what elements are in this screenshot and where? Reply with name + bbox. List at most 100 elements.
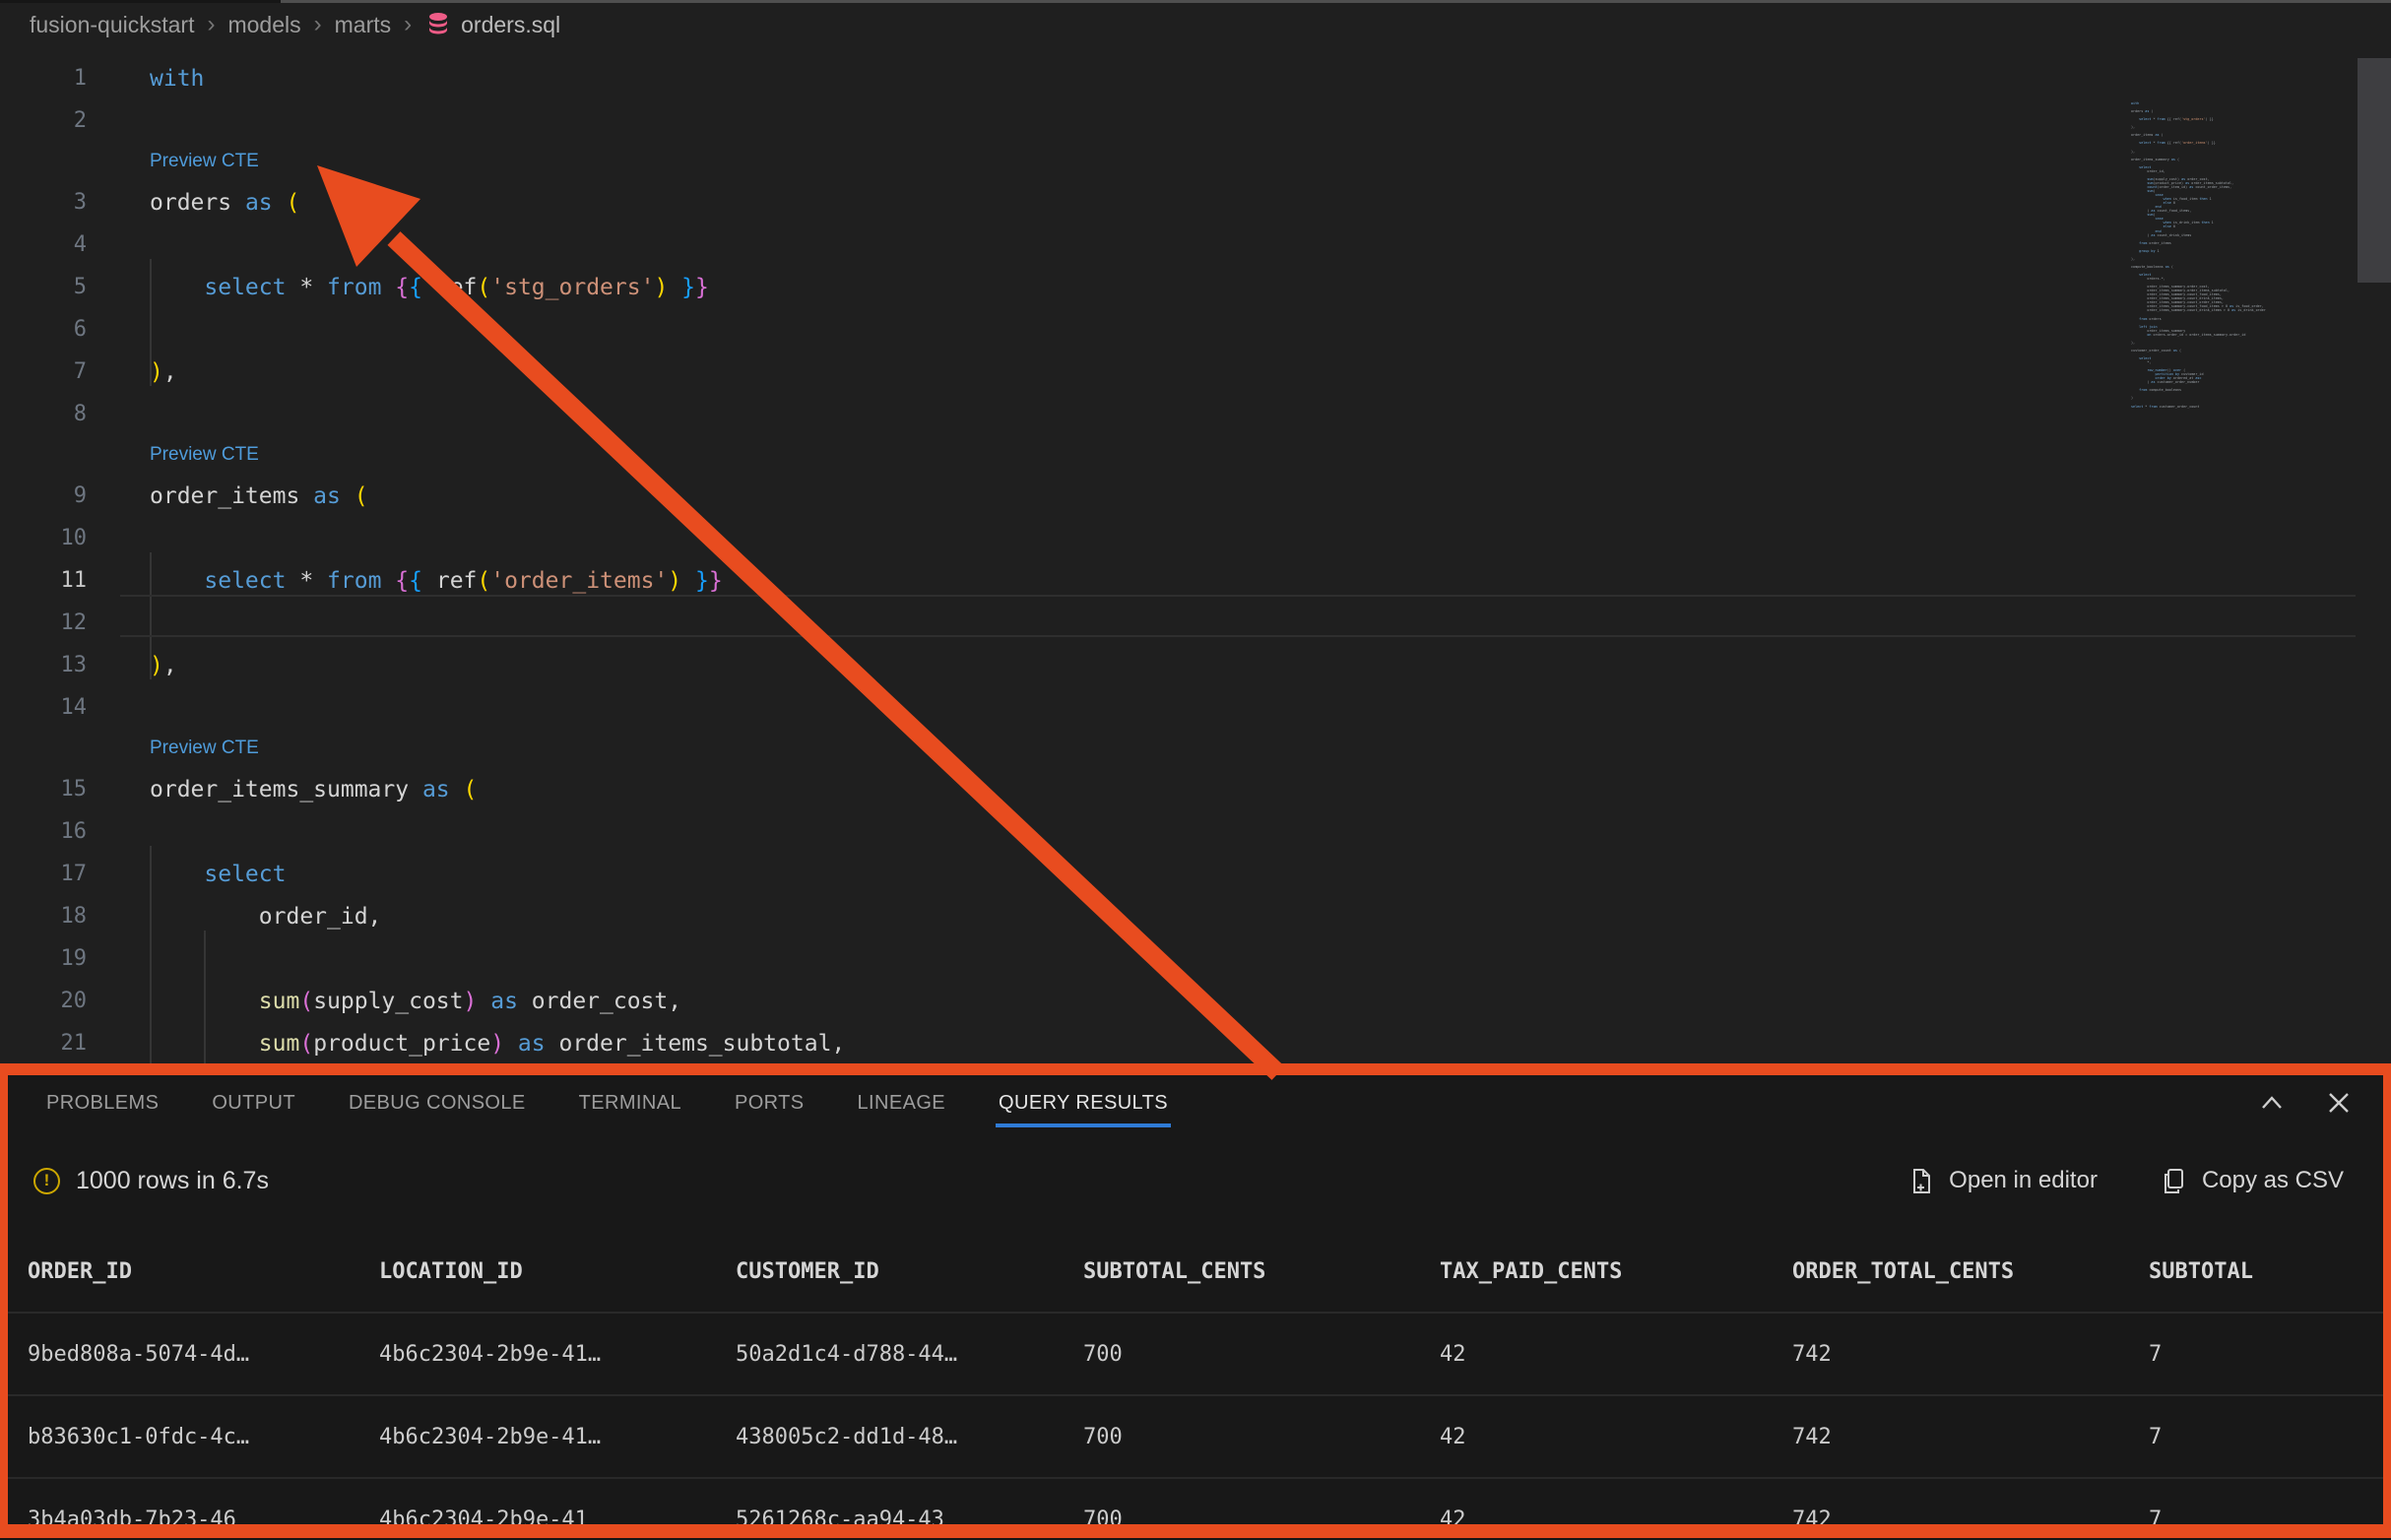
column-header: SUBTOTAL_CENTS	[1083, 1259, 1440, 1284]
warning-icon: !	[33, 1168, 60, 1194]
code-line: 16	[0, 810, 2391, 853]
code-line: 5 select * from {{ ref('stg_orders') }}	[0, 266, 2391, 308]
code-line: 11 select * from {{ ref('order_items') }…	[0, 559, 2391, 602]
column-header: TAX_PAID_CENTS	[1440, 1259, 1792, 1284]
line-number: 12	[0, 610, 87, 635]
breadcrumb-separator: ›	[404, 11, 412, 38]
panel-tab-bar: PROBLEMSOUTPUTDEBUG CONSOLETERMINALPORTS…	[8, 1075, 2383, 1130]
code-line: 6	[0, 308, 2391, 351]
column-header: ORDER_ID	[28, 1259, 379, 1284]
table-cell: 42	[1440, 1425, 1792, 1449]
editor-scrollbar[interactable]	[2358, 46, 2391, 1063]
code-line: 15order_items_summary as (	[0, 768, 2391, 810]
table-row[interactable]: 3b4a03db-7b23-464b6c2304-2b9e-415261268c…	[8, 1479, 2383, 1538]
table-cell: 7	[2149, 1508, 2383, 1532]
line-number: 14	[0, 695, 87, 720]
table-cell: 42	[1440, 1508, 1792, 1532]
code-line: 18 order_id,	[0, 895, 2391, 937]
code-line: 17 select	[0, 853, 2391, 895]
code-line: 2	[0, 99, 2391, 142]
preview-cte-link[interactable]: Preview CTE	[150, 444, 259, 466]
scrollbar-thumb[interactable]	[2358, 58, 2391, 283]
line-number: 13	[0, 653, 87, 677]
breadcrumb-file[interactable]: orders.sql	[424, 11, 560, 38]
line-number: 1	[0, 66, 87, 91]
code-line: 20 sum(supply_cost) as order_cost,	[0, 980, 2391, 1022]
panel-controls	[2257, 1075, 2354, 1130]
copy-as-csv-button[interactable]: Copy as CSV	[2161, 1167, 2344, 1194]
tab-terminal[interactable]: TERMINAL	[552, 1075, 708, 1130]
codelens-row: Preview CTE	[0, 729, 2391, 768]
line-number: 7	[0, 359, 87, 384]
line-number: 5	[0, 275, 87, 299]
chevron-up-icon	[2258, 1089, 2286, 1117]
preview-cte-link[interactable]: Preview CTE	[150, 738, 259, 759]
results-status-bar: ! 1000 rows in 6.7s Open in editor Copy …	[8, 1130, 2383, 1231]
table-cell: 4b6c2304-2b9e-41…	[379, 1425, 736, 1449]
table-row[interactable]: b83630c1-0fdc-4c…4b6c2304-2b9e-41…438005…	[8, 1396, 2383, 1479]
column-header: SUBTOTAL	[2149, 1259, 2383, 1284]
code-line: 8	[0, 393, 2391, 435]
code-line: 14	[0, 686, 2391, 729]
table-cell: 9bed808a-5074-4d…	[28, 1342, 379, 1367]
table-cell: 742	[1792, 1342, 2149, 1367]
open-in-editor-button[interactable]: Open in editor	[1907, 1167, 2098, 1194]
table-cell: 7	[2149, 1342, 2383, 1367]
maximize-panel-button[interactable]	[2257, 1088, 2287, 1118]
line-number: 2	[0, 108, 87, 133]
codelens-row: Preview CTE	[0, 142, 2391, 181]
open-in-editor-icon	[1907, 1168, 1934, 1194]
table-cell: 742	[1792, 1508, 2149, 1532]
minimap-code: with orders as ( select * from {{ ref('s…	[2131, 101, 2356, 409]
table-cell: 3b4a03db-7b23-46	[28, 1508, 379, 1532]
line-number: 4	[0, 232, 87, 257]
line-number: 9	[0, 483, 87, 508]
code-line: 4	[0, 224, 2391, 266]
column-header: LOCATION_ID	[379, 1259, 736, 1284]
table-cell: 742	[1792, 1425, 2149, 1449]
row-count-status: 1000 rows in 6.7s	[76, 1167, 269, 1195]
table-row[interactable]: 9bed808a-5074-4d…4b6c2304-2b9e-41…50a2d1…	[8, 1314, 2383, 1396]
table-cell: 7	[2149, 1425, 2383, 1449]
tab-lineage[interactable]: LINEAGE	[831, 1075, 973, 1130]
line-number: 11	[0, 568, 87, 593]
code-line: 10	[0, 517, 2391, 559]
line-number: 16	[0, 819, 87, 844]
table-cell: 4b6c2304-2b9e-41	[379, 1508, 736, 1532]
close-icon	[2325, 1089, 2353, 1117]
minimap[interactable]: with orders as ( select * from {{ ref('s…	[2131, 101, 2356, 409]
line-number: 6	[0, 317, 87, 342]
table-cell: 700	[1083, 1425, 1440, 1449]
code-editor[interactable]: 1with 2 Preview CTE 3orders as ( 4 5 select *…	[0, 46, 2391, 1063]
breadcrumb: fusion-quickstart›models›marts› orders.s…	[0, 3, 2391, 46]
code-line: 1with	[0, 57, 2391, 99]
breadcrumb-item[interactable]: models	[227, 12, 300, 38]
line-number: 18	[0, 904, 87, 929]
results-table: ORDER_IDLOCATION_IDCUSTOMER_IDSUBTOTAL_C…	[8, 1231, 2383, 1538]
tab-query-results[interactable]: QUERY RESULTS	[972, 1075, 1195, 1130]
table-cell: 700	[1083, 1508, 1440, 1532]
code-line: 7),	[0, 351, 2391, 393]
column-header: ORDER_TOTAL_CENTS	[1792, 1259, 2149, 1284]
tab-ports[interactable]: PORTS	[708, 1075, 831, 1130]
breadcrumb-item[interactable]: fusion-quickstart	[30, 12, 194, 38]
line-number: 17	[0, 862, 87, 886]
breadcrumb-separator: ›	[314, 11, 322, 38]
table-cell: 50a2d1c4-d788-44…	[736, 1342, 1083, 1367]
copy-icon	[2161, 1168, 2187, 1194]
table-cell: 438005c2-dd1d-48…	[736, 1425, 1083, 1449]
code-line: 21 sum(product_price) as order_items_sub…	[0, 1022, 2391, 1063]
line-number: 15	[0, 777, 87, 802]
tab-output[interactable]: OUTPUT	[185, 1075, 322, 1130]
tab-problems[interactable]: PROBLEMS	[20, 1075, 185, 1130]
tab-debug-console[interactable]: DEBUG CONSOLE	[322, 1075, 552, 1130]
table-cell: 700	[1083, 1342, 1440, 1367]
preview-cte-link[interactable]: Preview CTE	[150, 151, 259, 172]
close-panel-button[interactable]	[2324, 1088, 2354, 1118]
breadcrumb-item[interactable]: marts	[335, 12, 392, 38]
column-header: CUSTOMER_ID	[736, 1259, 1083, 1284]
table-cell: 42	[1440, 1342, 1792, 1367]
code-line: 13),	[0, 644, 2391, 686]
code-line: 3orders as (	[0, 181, 2391, 224]
line-number: 3	[0, 190, 87, 215]
